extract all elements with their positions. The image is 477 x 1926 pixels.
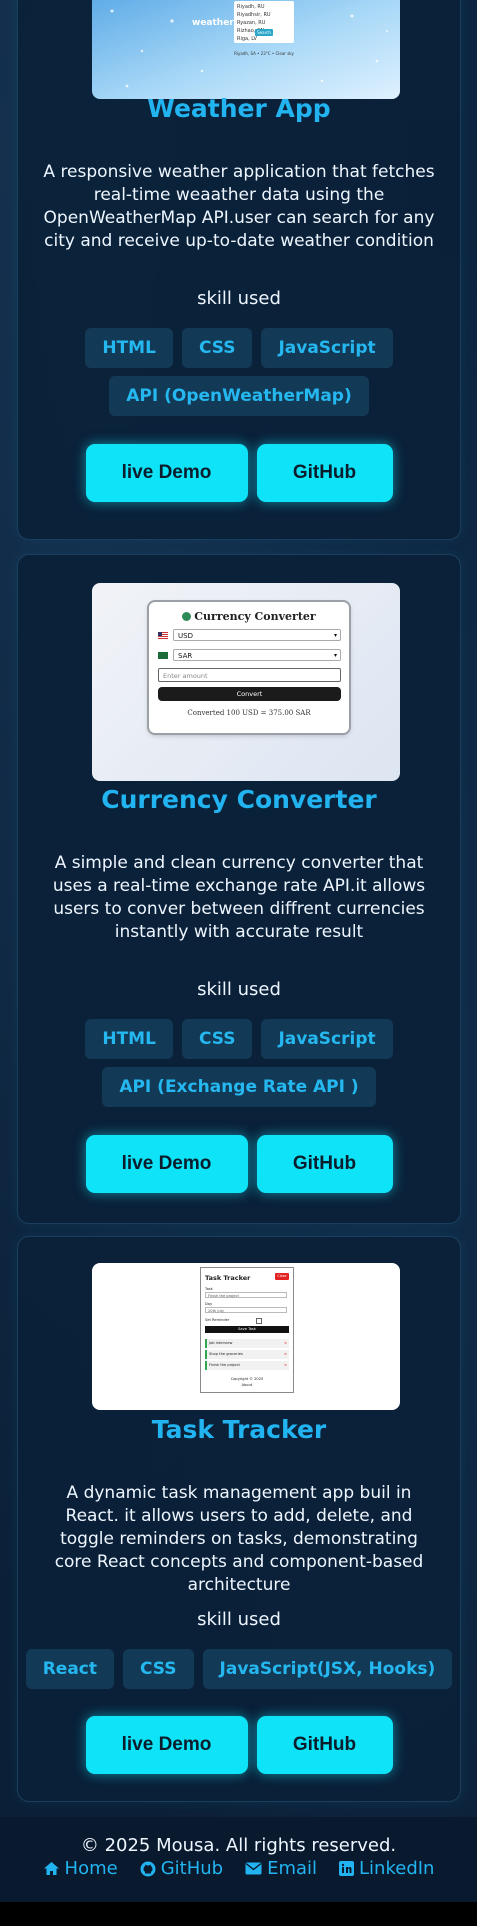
currency-mock-title: Currency Converter — [194, 610, 316, 623]
checkbox-icon — [256, 1318, 262, 1324]
task-mock-item: Shop the groceries × — [205, 1350, 289, 1359]
from-currency-select: USD ▾ — [173, 629, 341, 641]
footer-link-label: Home — [64, 1858, 118, 1879]
weather-thumb-row: Riga, LV — [237, 36, 257, 42]
task-mock-label: Task — [205, 1287, 213, 1291]
skills-row: API (Exchange Rate API ) — [18, 1067, 460, 1107]
project-card-currency: Currency Converter USD ▾ SAR ▾ Enter amo… — [17, 554, 461, 1224]
footer-link-home[interactable]: Home — [43, 1858, 118, 1879]
chevron-down-icon: ▾ — [333, 652, 337, 659]
to-currency-value: SAR — [178, 652, 193, 660]
weather-thumb-button: Search — [255, 29, 273, 36]
footer-link-github[interactable]: GitHub — [140, 1858, 223, 1879]
project-description: A dynamic task management app buil in Re… — [54, 1483, 424, 1595]
github-button[interactable]: GitHub — [256, 1135, 393, 1193]
project-title: Task Tracker — [151, 1415, 327, 1444]
project-actions: live Demo GitHub — [18, 1716, 460, 1774]
to-currency-select: SAR ▾ — [173, 649, 341, 661]
project-actions: live Demo GitHub — [18, 1135, 460, 1193]
skill-chip: HTML — [85, 1019, 173, 1059]
skill-chip: CSS — [181, 328, 253, 368]
home-icon — [43, 1862, 59, 1875]
skill-chip: CSS — [181, 1019, 253, 1059]
github-icon — [140, 1861, 156, 1876]
skills-row: API (OpenWeatherMap) — [18, 376, 460, 416]
task-mock-input: 20th July — [205, 1307, 287, 1313]
project-card-weather: weatherApp Riyadh, RU Riyadhsir, RU Ryaz… — [17, 0, 461, 540]
convert-mock-button: Convert — [158, 687, 341, 701]
weather-thumb-row: Riyadh, RU — [237, 4, 265, 10]
weather-thumb-row: Riyadhsir, RU — [237, 12, 271, 18]
footer-link-email[interactable]: Email — [245, 1858, 317, 1879]
bottom-strip — [0, 1902, 477, 1926]
linkedin-icon — [339, 1861, 355, 1876]
skill-chip: React — [25, 1649, 114, 1689]
live-demo-button[interactable]: live Demo — [85, 1716, 248, 1774]
task-mock-panel: Task Tracker Close Task Finish the proje… — [200, 1267, 294, 1393]
skill-chip: JavaScript — [261, 1019, 393, 1059]
delete-icon: × — [283, 1363, 287, 1367]
globe-icon — [182, 612, 192, 621]
footer-copyright: © 2025 Mousa. All rights reserved. — [80, 1835, 397, 1856]
delete-icon: × — [283, 1352, 287, 1356]
task-mock-label: Set Reminder — [205, 1318, 230, 1322]
from-currency-value: USD — [178, 632, 193, 640]
project-card-task-tracker: Task Tracker Close Task Finish the proje… — [17, 1236, 461, 1802]
weather-thumb-footer: Riyadh, SA • 23°C • Clear sky — [234, 51, 294, 56]
skill-chip: API (OpenWeatherMap) — [109, 376, 369, 416]
amount-input: Enter amount — [158, 668, 341, 682]
task-mock-close-button: Close — [275, 1273, 289, 1280]
weather-thumb-dropdown: Riyadh, RU Riyadhsir, RU Ryazan, RU Rizh… — [234, 1, 294, 43]
delete-icon: × — [283, 1341, 287, 1345]
footer-link-linkedin[interactable]: LinkedIn — [339, 1858, 434, 1879]
skills-row: HTML CSS JavaScript — [18, 328, 460, 368]
skill-chip: HTML — [85, 328, 173, 368]
live-demo-button[interactable]: live Demo — [85, 444, 248, 502]
skills-heading: skill used — [197, 1609, 281, 1630]
skill-chip: CSS — [123, 1649, 194, 1689]
skills-row: HTML CSS JavaScript — [18, 1019, 460, 1059]
us-flag-icon — [158, 632, 168, 639]
skill-chip: JavaScript(JSX, Hooks) — [202, 1649, 453, 1689]
project-description: A responsive weather application that fe… — [43, 162, 435, 251]
site-footer: © 2025 Mousa. All rights reserved. Home … — [0, 1817, 477, 1902]
task-mock-item: Finish the project × — [205, 1361, 289, 1370]
weather-thumb-row: Ryazan, RU — [237, 20, 266, 26]
footer-link-label: GitHub — [160, 1858, 224, 1879]
footer-link-label: Email — [267, 1858, 318, 1879]
chevron-down-icon: ▾ — [333, 632, 337, 639]
skills-heading: skill used — [197, 979, 281, 1000]
skill-chip: API (Exchange Rate API ) — [102, 1067, 376, 1107]
live-demo-button[interactable]: live Demo — [85, 1135, 248, 1193]
project-actions: live Demo GitHub — [18, 444, 460, 502]
skill-chip: JavaScript — [261, 328, 393, 368]
conversion-result: Converted 100 USD = 375.00 SAR — [187, 709, 311, 717]
task-mock-save-button: Save Task — [205, 1326, 289, 1333]
weather-thumbnail[interactable]: weatherApp Riyadh, RU Riyadhsir, RU Ryaz… — [92, 0, 400, 99]
task-mock-about: About — [241, 1383, 253, 1387]
currency-mock-heading: Currency Converter — [149, 610, 349, 623]
task-mock-input: Finish the project — [205, 1292, 287, 1298]
task-thumbnail[interactable]: Task Tracker Close Task Finish the proje… — [92, 1263, 400, 1410]
github-button[interactable]: GitHub — [256, 444, 393, 502]
task-mock-item-text: Finish the project — [209, 1363, 240, 1367]
task-mock-heading: Task Tracker — [205, 1274, 251, 1282]
task-mock-label: Day — [205, 1302, 213, 1306]
envelope-icon — [245, 1862, 262, 1875]
task-mock-copyright: Copyright © 2025 — [230, 1377, 264, 1381]
currency-thumbnail[interactable]: Currency Converter USD ▾ SAR ▾ Enter amo… — [92, 583, 400, 781]
task-mock-item-text: Shop the groceries — [209, 1352, 243, 1356]
project-description: A simple and clean currency converter th… — [52, 853, 426, 942]
footer-link-label: LinkedIn — [359, 1858, 435, 1879]
sa-flag-icon — [158, 652, 168, 659]
project-title: Weather App — [147, 94, 331, 123]
github-button[interactable]: GitHub — [256, 1716, 393, 1774]
project-title: Currency Converter — [101, 785, 377, 814]
task-mock-item-text: Job Interview — [209, 1341, 233, 1345]
skills-heading: skill used — [197, 288, 281, 309]
currency-mock-panel: Currency Converter USD ▾ SAR ▾ Enter amo… — [149, 602, 349, 733]
task-mock-item: Job Interview × — [205, 1339, 289, 1348]
footer-links: Home GitHub Email LinkedIn — [0, 1858, 477, 1879]
skills-row: React CSS JavaScript(JSX, Hooks) — [18, 1649, 460, 1689]
